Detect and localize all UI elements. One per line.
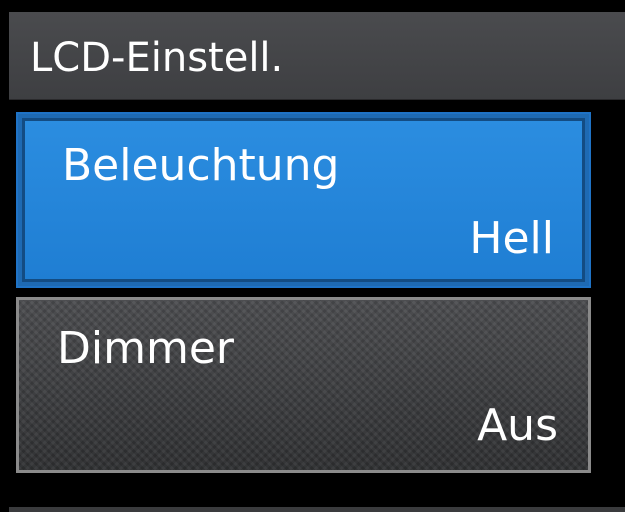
menu-item-dimmer-body: Dimmer Aus: [19, 300, 588, 470]
menu-item-dimmer[interactable]: Dimmer Aus: [16, 297, 591, 473]
menu-item-value: Hell: [469, 213, 554, 264]
menu-item-value: Aus: [477, 400, 558, 451]
bottom-strip: [9, 507, 625, 512]
title-bar: LCD-Einstell.: [9, 12, 625, 100]
lcd-screen: LCD-Einstell. Beleuchtung Hell Dimmer Au…: [0, 0, 625, 512]
menu-item-backlight-body: Beleuchtung Hell: [22, 118, 585, 282]
menu-item-backlight[interactable]: Beleuchtung Hell: [16, 112, 591, 288]
menu-item-label: Beleuchtung: [62, 140, 340, 191]
page-title: LCD-Einstell.: [30, 35, 284, 81]
menu-item-label: Dimmer: [57, 323, 234, 374]
